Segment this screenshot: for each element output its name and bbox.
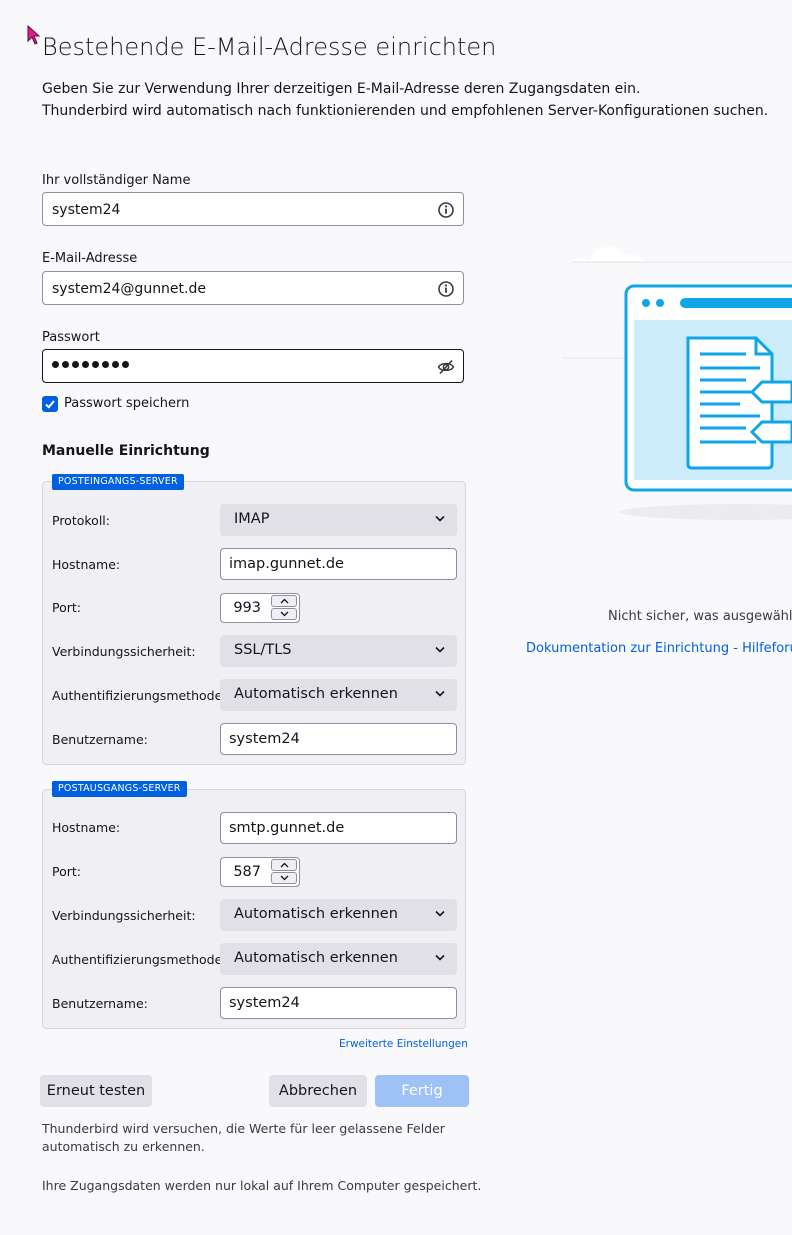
outgoing-auth-value: Automatisch erkennen: [234, 950, 398, 966]
incoming-username-input[interactable]: system24: [220, 723, 457, 755]
email-field[interactable]: system24@gunnet.de: [42, 271, 464, 305]
outgoing-port-stepper[interactable]: 587: [220, 857, 300, 887]
name-label: Ihr vollständiger Name: [42, 173, 191, 188]
email-label: E-Mail-Adresse: [42, 251, 138, 266]
remember-password-label[interactable]: Passwort speichern: [64, 396, 189, 411]
checkmark-icon: [45, 400, 55, 409]
password-dot: [62, 361, 69, 368]
footnote-line-3: Ihre Zugangsdaten werden nur lokal auf I…: [42, 1178, 482, 1193]
password-label: Passwort: [42, 330, 100, 345]
name-field[interactable]: system24: [42, 192, 464, 226]
password-dot: [72, 361, 79, 368]
incoming-hostname-value: imap.gunnet.de: [229, 556, 344, 572]
cancel-button[interactable]: Abbrechen: [269, 1075, 367, 1107]
info-icon[interactable]: [437, 201, 455, 219]
password-field[interactable]: [42, 349, 464, 383]
incoming-security-label: Verbindungssicherheit:: [52, 644, 196, 659]
info-icon[interactable]: [437, 280, 455, 298]
increment-button[interactable]: [271, 595, 297, 607]
password-dot: [122, 361, 129, 368]
incoming-port-label: Port:: [52, 600, 81, 615]
retest-button[interactable]: Erneut testen: [40, 1075, 152, 1107]
incoming-security-value: SSL/TLS: [234, 642, 292, 658]
password-mask: [52, 361, 129, 368]
password-dot: [52, 361, 59, 368]
remember-password-checkbox[interactable]: [42, 396, 58, 412]
mouse-cursor-icon: [27, 25, 41, 45]
outgoing-security-label: Verbindungssicherheit:: [52, 908, 196, 923]
name-value: system24: [52, 202, 121, 218]
outgoing-username-value: system24: [229, 995, 300, 1011]
chevron-down-icon: [435, 954, 445, 961]
password-dot: [112, 361, 119, 368]
chevron-down-icon: [435, 515, 445, 522]
incoming-auth-select[interactable]: Automatisch erkennen: [220, 679, 457, 711]
outgoing-port-value: 587: [233, 864, 261, 880]
outgoing-server-legend: POSTAUSGANGS-SERVER: [52, 781, 187, 797]
outgoing-username-label: Benutzername:: [52, 996, 148, 1011]
outgoing-hostname-label: Hostname:: [52, 820, 121, 835]
done-button[interactable]: Fertig: [375, 1075, 469, 1107]
decrement-button[interactable]: [271, 872, 297, 884]
document-illustration: [562, 246, 792, 520]
chevron-up-icon: [280, 598, 289, 604]
chevron-down-icon: [435, 646, 445, 653]
footnote-line-2: automatisch zu erkennen.: [42, 1139, 205, 1154]
link-separator: -: [729, 641, 743, 656]
decrement-button[interactable]: [271, 608, 297, 620]
outgoing-security-value: Automatisch erkennen: [234, 906, 398, 922]
outgoing-security-select[interactable]: Automatisch erkennen: [220, 899, 457, 931]
incoming-server-legend: POSTEINGANGS-SERVER: [52, 474, 184, 490]
outgoing-auth-select[interactable]: Automatisch erkennen: [220, 943, 457, 975]
help-links: Dokumentation zur Einrichtung - Hilfefor…: [526, 641, 792, 656]
incoming-port-stepper[interactable]: 993: [220, 593, 300, 623]
page-title: Bestehende E-Mail-Adresse einrichten: [42, 33, 497, 61]
chevron-down-icon: [280, 611, 289, 617]
increment-button[interactable]: [271, 859, 297, 871]
help-forum-link[interactable]: Hilfeforum: [742, 641, 792, 656]
outgoing-hostname-value: smtp.gunnet.de: [229, 820, 345, 836]
incoming-auth-label: Authentifizierungsmethode:: [52, 688, 227, 703]
incoming-port-value: 993: [233, 600, 261, 616]
incoming-protocol-label: Protokoll:: [52, 513, 110, 528]
eye-slash-icon[interactable]: [437, 358, 455, 376]
password-dot: [102, 361, 109, 368]
incoming-protocol-select[interactable]: IMAP: [220, 504, 457, 536]
footnote-line-1: Thunderbird wird versuchen, die Werte fü…: [42, 1121, 445, 1136]
chevron-down-icon: [435, 690, 445, 697]
incoming-hostname-input[interactable]: imap.gunnet.de: [220, 548, 457, 580]
advanced-settings-link[interactable]: Erweiterte Einstellungen: [339, 1038, 468, 1050]
documentation-link[interactable]: Dokumentation zur Einrichtung: [526, 641, 729, 656]
outgoing-auth-label: Authentifizierungsmethode:: [52, 952, 227, 967]
incoming-hostname-label: Hostname:: [52, 557, 121, 572]
password-dot: [82, 361, 89, 368]
incoming-protocol-value: IMAP: [234, 511, 270, 527]
chevron-up-icon: [280, 862, 289, 868]
intro-line-2: Thunderbird wird automatisch nach funkti…: [42, 103, 769, 119]
email-value: system24@gunnet.de: [52, 281, 206, 297]
unsure-text: Nicht sicher, was ausgewählt w: [608, 609, 792, 624]
manual-setup-heading: Manuelle Einrichtung: [42, 443, 210, 459]
incoming-security-select[interactable]: SSL/TLS: [220, 635, 457, 667]
incoming-username-value: system24: [229, 731, 300, 747]
outgoing-username-input[interactable]: system24: [220, 987, 457, 1019]
incoming-username-label: Benutzername:: [52, 732, 148, 747]
chevron-down-icon: [435, 910, 445, 917]
chevron-down-icon: [280, 875, 289, 881]
password-dot: [92, 361, 99, 368]
outgoing-hostname-input[interactable]: smtp.gunnet.de: [220, 812, 457, 844]
intro-line-1: Geben Sie zur Verwendung Ihrer derzeitig…: [42, 81, 641, 97]
incoming-auth-value: Automatisch erkennen: [234, 686, 398, 702]
outgoing-port-label: Port:: [52, 864, 81, 879]
